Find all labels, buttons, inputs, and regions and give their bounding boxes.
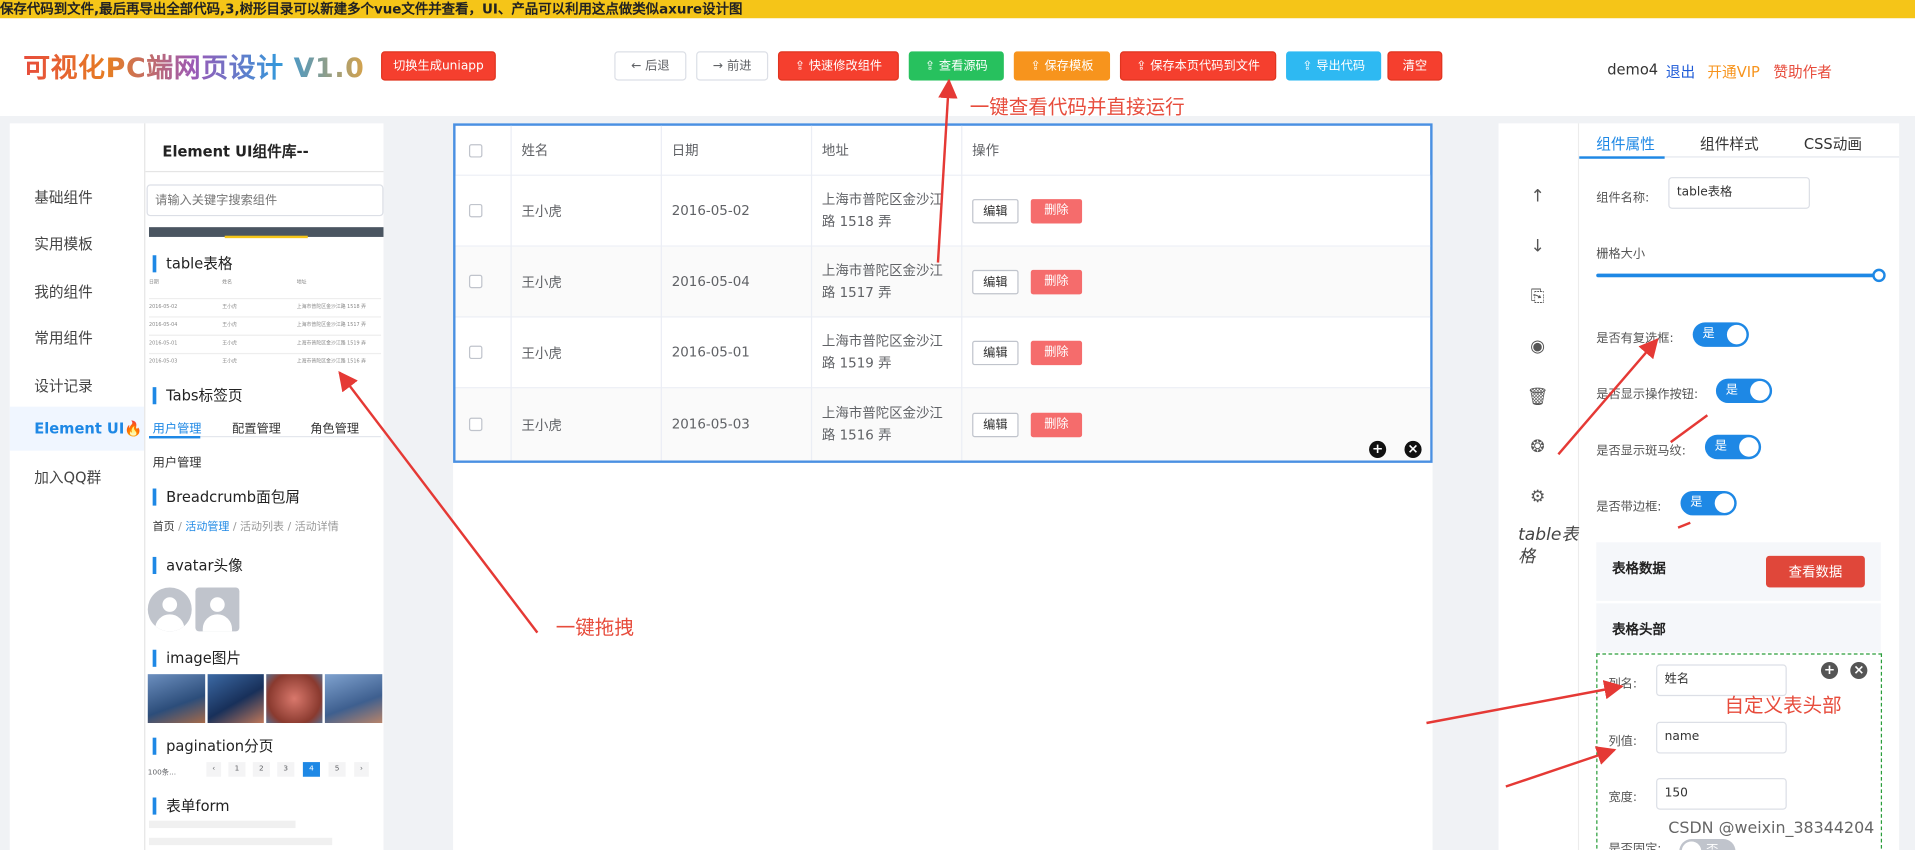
annotation-arrows: [338, 78, 1709, 788]
app-root: 保存代码到文件,最后再导出全部代码,3,树形目录可以新建多个vue文件并查看，U…: [0, 0, 1915, 850]
arrow-to-column-name: [1426, 680, 1624, 725]
arrow-stub: [1670, 414, 1709, 444]
arrow-to-switches: [1557, 338, 1659, 456]
annotation-run-code: 一键查看代码并直接运行: [969, 95, 1185, 119]
arrow-to-library: [338, 370, 539, 634]
annotation-drag: 一键拖拽: [555, 615, 634, 639]
arrow-to-column-value: [1505, 746, 1617, 788]
arrow-to-view-source: [936, 78, 958, 263]
annotation-custom-header: 自定义表头部: [1724, 693, 1842, 717]
arrow-stub: [1677, 521, 1691, 529]
watermark: CSDN @weixin_38344204: [1668, 819, 1875, 838]
